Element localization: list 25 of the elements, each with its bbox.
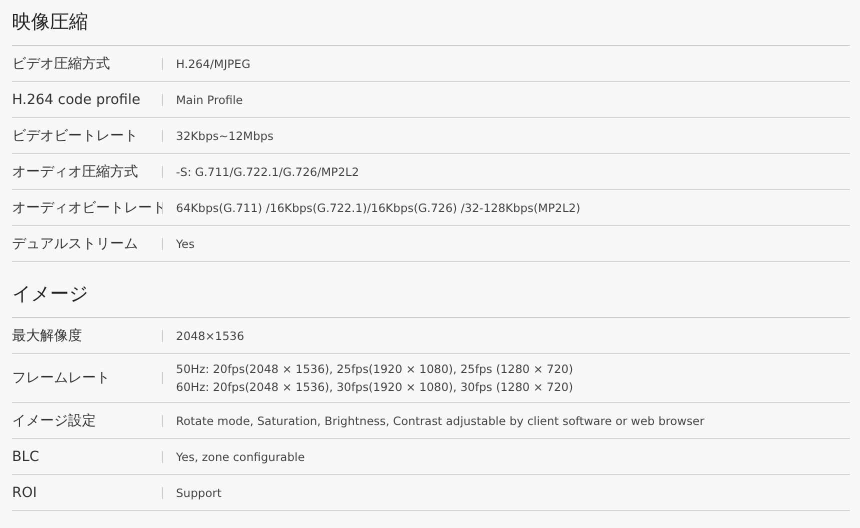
spec-value: Rotate mode, Saturation, Brightness, Contrast adjustable by client software or web browser — [176, 412, 704, 430]
spec-label: ビデオビートレート — [12, 126, 139, 144]
spec-label: オーディオ圧縮方式 — [12, 162, 139, 180]
spec-label: オーディオビートレート — [12, 198, 160, 216]
spec-label: ROI — [12, 484, 38, 500]
spec-label: H.264 code profile — [12, 92, 142, 108]
spec-value: 32Kbps~12Mbps — [176, 128, 274, 144]
spec-label: フレームレート — [12, 369, 111, 387]
spec-value: Yes, zone configurable — [176, 448, 305, 466]
spec-value: 60Hz: 20fps(2048 × 1536), 30fps(1920 × 1080), 30fps (1280 × 720) — [176, 379, 574, 396]
spec-value: 50Hz: 20fps(2048 × 1536), 25fps(1920 × 1080), 25fps (1280 × 720) — [176, 361, 574, 378]
spec-value: H.264/MJPEG — [176, 56, 250, 72]
spec-value: 64Kbps(G.711) /16Kbps(G.722.1)/16Kbps(G.726) /32-128Kbps(MP2L2) — [176, 200, 580, 216]
spec-value: Main Profile — [176, 92, 243, 108]
spec-label: ビデオ圧縮方式 — [12, 54, 111, 72]
spec-label: BLC — [12, 448, 40, 464]
spec-value: Yes — [176, 236, 195, 252]
section-title: 映像圧縮 — [12, 0, 850, 46]
spec-label: 最大解像度 — [12, 326, 83, 344]
spec-label: デュアルストリーム — [12, 234, 139, 252]
spec-label: イメージ設定 — [12, 412, 97, 430]
section-title: イメージ — [12, 262, 850, 318]
spec-value: 2048×1536 — [176, 328, 244, 344]
spec-value: -S: G.711/G.722.1/G.726/MP2L2 — [176, 164, 360, 180]
spec-value: Support — [176, 484, 222, 502]
